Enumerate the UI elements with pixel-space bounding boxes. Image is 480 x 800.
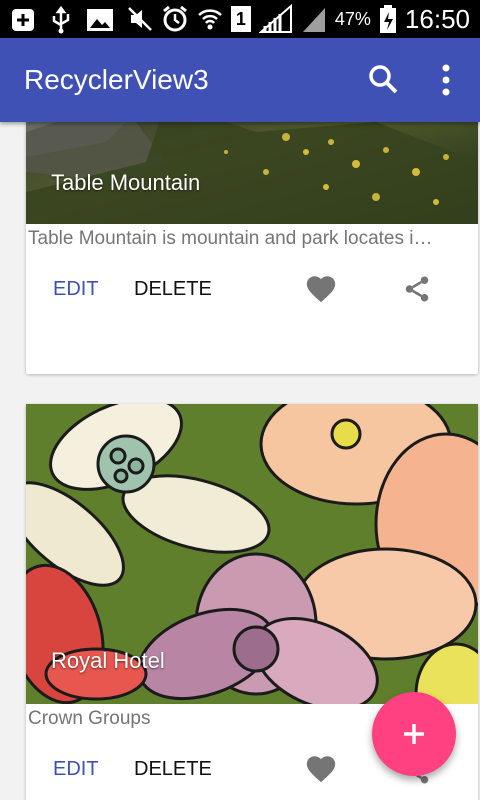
battery-percent: 47% [334,9,371,29]
favorite-icon[interactable] [304,272,338,306]
app-title: RecyclerView3 [24,64,209,95]
edit-button[interactable]: EDIT [53,758,99,781]
delete-button[interactable]: DELETE [134,758,212,781]
cell-signal-2-icon [302,8,325,32]
more-vert-icon [442,64,450,96]
overflow-menu-button[interactable] [428,58,464,102]
favorite-icon[interactable] [304,752,338,786]
sim-indicator: 1 [230,6,251,32]
list-item-card[interactable]: Table Mountain Table Mountain is mountai… [26,122,478,374]
share-icon[interactable] [402,274,432,304]
clock: 16:50 [404,4,470,34]
cell-signal-icon [258,4,292,33]
card-image-flowers[interactable]: Royal Hotel [26,404,478,704]
card-description: Table Mountain is mountain and park loca… [28,228,433,249]
alarm-icon [162,5,187,32]
status-bar: 1 47% 16:50 [0,0,480,38]
search-icon [369,65,398,94]
edit-button[interactable]: EDIT [53,278,99,301]
card-title: Table Mountain [51,170,201,195]
notification-icons [10,6,114,34]
image-icon [87,9,113,31]
card-image-mountain[interactable]: Table Mountain [26,122,478,224]
usb-icon [52,6,70,34]
wifi-icon [198,9,222,30]
delete-button[interactable]: DELETE [134,278,212,301]
add-fab-button[interactable] [372,692,456,776]
battery-charging-icon [379,5,396,33]
add-notification-icon [12,9,34,31]
system-icons: 1 47% 16:50 [127,4,470,34]
mute-icon [128,7,152,31]
card-title: Royal Hotel [51,648,165,673]
app-bar: RecyclerView3 [0,38,480,122]
search-button[interactable] [362,58,406,102]
plus-icon [404,724,424,744]
